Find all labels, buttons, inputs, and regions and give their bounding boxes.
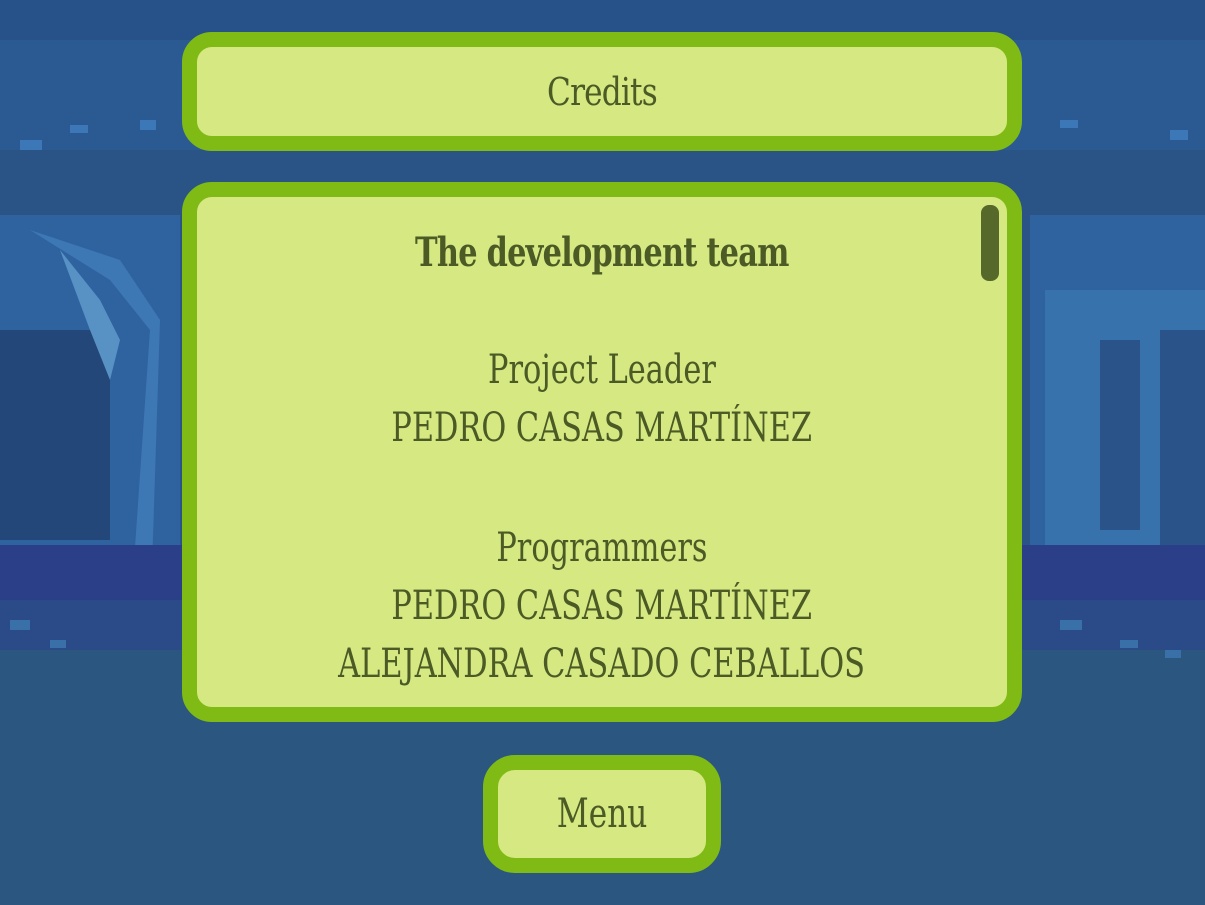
credits-heading: The development team bbox=[415, 229, 789, 276]
page-title: Credits bbox=[547, 69, 658, 114]
title-panel: Credits bbox=[182, 32, 1022, 151]
menu-button[interactable]: Menu bbox=[483, 755, 721, 873]
role-programmers: Programmers bbox=[496, 525, 708, 571]
credits-content: The development team Project Leader PEDR… bbox=[197, 197, 1007, 707]
scrollbar-thumb[interactable] bbox=[981, 205, 999, 281]
menu-button-label: Menu bbox=[556, 791, 648, 837]
credit-name: ALEJANDRA CASADO CEBALLOS bbox=[338, 641, 866, 687]
credit-name: PEDRO CASAS MARTÍNEZ bbox=[391, 583, 813, 629]
scrollbar[interactable] bbox=[981, 205, 999, 699]
role-project-leader: Project Leader bbox=[488, 347, 716, 393]
credits-scroll-panel[interactable]: The development team Project Leader PEDR… bbox=[182, 182, 1022, 722]
credit-name: PEDRO CASAS MARTÍNEZ bbox=[391, 405, 813, 451]
